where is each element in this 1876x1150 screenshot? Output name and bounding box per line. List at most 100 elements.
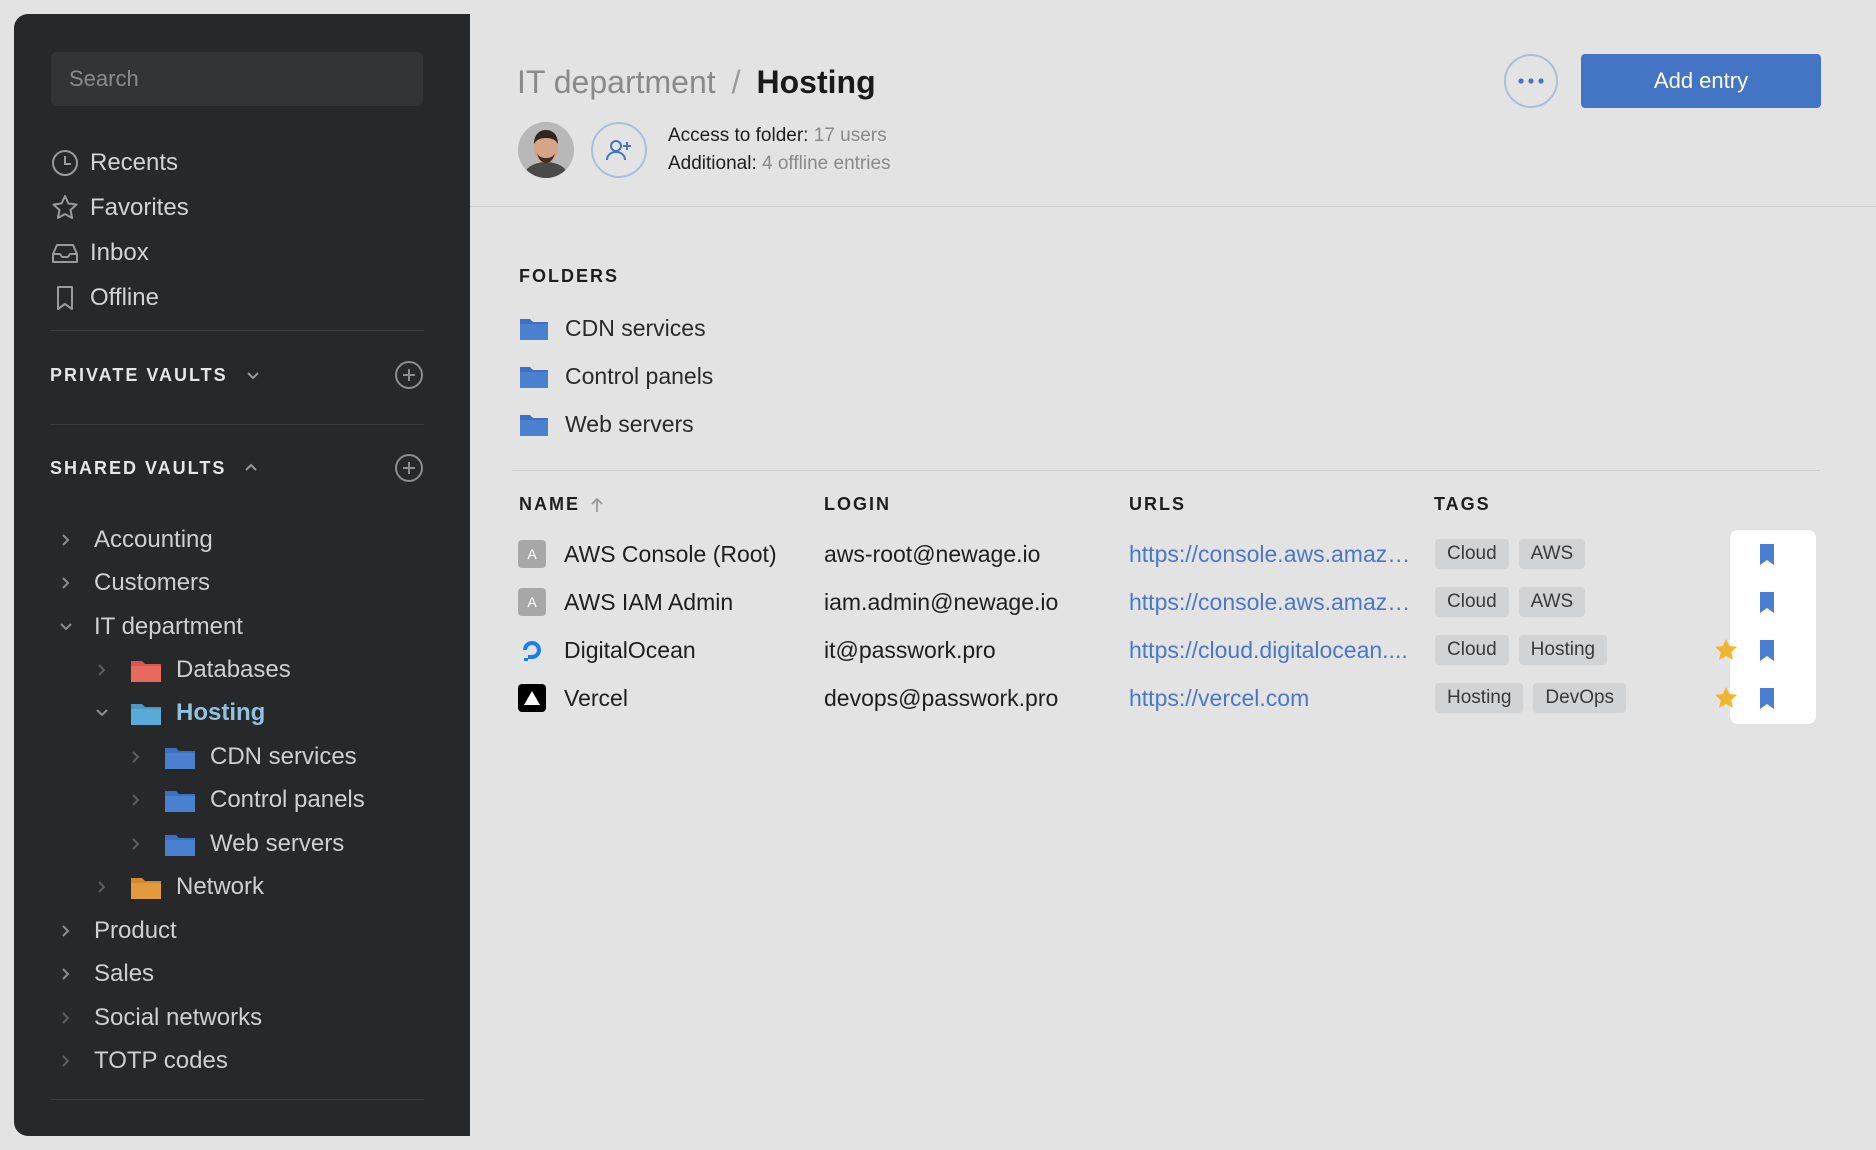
chevron-right-icon[interactable] bbox=[94, 879, 110, 895]
chevron-right-icon[interactable] bbox=[58, 966, 74, 982]
breadcrumb-parent[interactable]: IT department bbox=[517, 64, 716, 101]
entry-login[interactable]: aws-root@newage.io bbox=[824, 530, 1124, 578]
table-row[interactable]: DigitalOcean it@passwork.pro https://clo… bbox=[518, 626, 1828, 674]
main-content: IT department / Hosting Add entry Access… bbox=[470, 0, 1876, 1150]
entry-login[interactable]: it@passwork.pro bbox=[824, 626, 1124, 674]
tree-item-social-networks[interactable]: Social networks bbox=[58, 1000, 262, 1036]
tree-item-sales[interactable]: Sales bbox=[58, 956, 154, 992]
avatar[interactable] bbox=[518, 122, 574, 178]
chevron-right-icon[interactable] bbox=[58, 923, 74, 939]
table-row[interactable]: A AWS IAM Admin iam.admin@newage.io http… bbox=[518, 578, 1828, 626]
chevron-right-icon[interactable] bbox=[128, 749, 144, 765]
tree-item-accounting[interactable]: Accounting bbox=[58, 522, 213, 558]
bookmark-filled-icon[interactable] bbox=[1754, 637, 1780, 663]
tree-item-databases[interactable]: Databases bbox=[94, 652, 291, 688]
table-row[interactable]: Vercel devops@passwork.pro https://verce… bbox=[518, 674, 1828, 722]
chevron-right-icon[interactable] bbox=[58, 532, 74, 548]
tree-item-control-panels[interactable]: Control panels bbox=[128, 782, 365, 818]
add-vault-icon[interactable] bbox=[394, 360, 424, 390]
tag-badge[interactable]: Cloud bbox=[1435, 587, 1509, 617]
additional-value[interactable]: 4 offline entries bbox=[762, 153, 891, 174]
tag-badge[interactable]: Hosting bbox=[1435, 683, 1524, 713]
tag-badge[interactable]: AWS bbox=[1518, 539, 1586, 569]
tree-item-customers[interactable]: Customers bbox=[58, 565, 210, 601]
bookmark-filled-icon[interactable] bbox=[1754, 541, 1780, 567]
chevron-down-icon[interactable] bbox=[94, 705, 110, 721]
sidebar-divider bbox=[50, 424, 424, 425]
star-filled-icon[interactable] bbox=[1713, 637, 1739, 663]
column-header-name[interactable]: NAME bbox=[519, 494, 604, 515]
chevron-right-icon[interactable] bbox=[128, 836, 144, 852]
tag-badge[interactable]: AWS bbox=[1518, 587, 1586, 617]
entry-url[interactable]: https://console.aws.amazo... bbox=[1129, 589, 1419, 616]
entry-login[interactable]: iam.admin@newage.io bbox=[824, 578, 1124, 626]
entry-login[interactable]: devops@passwork.pro bbox=[824, 674, 1124, 722]
entry-url-cell[interactable]: https://console.aws.amazo... bbox=[1129, 578, 1419, 626]
folder-item[interactable]: Control panels bbox=[519, 358, 713, 394]
chevron-right-icon[interactable] bbox=[58, 575, 74, 591]
entry-url[interactable]: https://cloud.digitalocean.... bbox=[1129, 637, 1408, 664]
chevron-right-icon[interactable] bbox=[128, 792, 144, 808]
access-line: Access to folder: 17 users bbox=[668, 122, 891, 150]
folder-icon bbox=[165, 748, 195, 769]
more-options-button[interactable] bbox=[1504, 54, 1558, 108]
entry-name: AWS Console (Root) bbox=[564, 540, 777, 567]
entry-name-cell[interactable]: A AWS Console (Root) bbox=[518, 530, 818, 578]
sort-ascending-icon[interactable] bbox=[590, 496, 604, 514]
chevron-right-icon[interactable] bbox=[58, 1010, 74, 1026]
access-value[interactable]: 17 users bbox=[814, 125, 887, 146]
access-label: Access to folder: bbox=[668, 125, 809, 146]
chevron-right-icon[interactable] bbox=[58, 1053, 74, 1069]
nav-favorites[interactable]: Favorites bbox=[50, 189, 189, 227]
entry-url-cell[interactable]: https://console.aws.amazo... bbox=[1129, 530, 1419, 578]
tag-badge[interactable]: Hosting bbox=[1518, 635, 1608, 665]
search-box[interactable] bbox=[51, 52, 423, 106]
nav-inbox[interactable]: Inbox bbox=[50, 234, 149, 272]
tree-item-cdn-services[interactable]: CDN services bbox=[128, 739, 357, 775]
search-input[interactable] bbox=[69, 66, 405, 92]
tree-item-hosting[interactable]: Hosting bbox=[94, 695, 265, 731]
entry-url-cell[interactable]: https://cloud.digitalocean.... bbox=[1129, 626, 1419, 674]
bookmark-filled-icon[interactable] bbox=[1754, 685, 1780, 711]
chevron-up-icon[interactable] bbox=[242, 459, 260, 477]
folder-item[interactable]: Web servers bbox=[519, 406, 694, 442]
entry-url[interactable]: https://vercel.com bbox=[1129, 685, 1309, 712]
tree-item-product[interactable]: Product bbox=[58, 913, 177, 949]
star-filled-icon[interactable] bbox=[1713, 685, 1739, 711]
tag-badge[interactable]: Cloud bbox=[1435, 635, 1509, 665]
tree-item-it-department[interactable]: IT department bbox=[58, 609, 243, 645]
column-header-tags[interactable]: TAGS bbox=[1434, 494, 1491, 515]
column-header-urls[interactable]: URLS bbox=[1129, 494, 1186, 515]
private-vaults-header[interactable]: PRIVATE VAULTS bbox=[50, 355, 424, 395]
folder-item[interactable]: CDN services bbox=[519, 310, 706, 346]
nav-recents[interactable]: Recents bbox=[50, 144, 178, 182]
tree-item-web-servers[interactable]: Web servers bbox=[128, 826, 344, 862]
tree-label: IT department bbox=[94, 613, 243, 640]
add-entry-button[interactable]: Add entry bbox=[1581, 54, 1821, 108]
letter-avatar-icon: A bbox=[518, 588, 546, 616]
tree-item-network[interactable]: Network bbox=[94, 869, 264, 905]
add-vault-icon[interactable] bbox=[394, 453, 424, 483]
table-row[interactable]: A AWS Console (Root) aws-root@newage.io … bbox=[518, 530, 1828, 578]
tree-label: TOTP codes bbox=[94, 1047, 228, 1074]
bookmark-filled-icon[interactable] bbox=[1754, 589, 1780, 615]
chevron-right-icon[interactable] bbox=[94, 662, 110, 678]
entry-url-cell[interactable]: https://vercel.com bbox=[1129, 674, 1419, 722]
entry-name-cell[interactable]: A AWS IAM Admin bbox=[518, 578, 818, 626]
nav-offline[interactable]: Offline bbox=[50, 279, 159, 317]
column-label: URLS bbox=[1129, 494, 1186, 514]
tag-badge[interactable]: Cloud bbox=[1435, 539, 1509, 569]
entry-name-cell[interactable]: DigitalOcean bbox=[518, 626, 818, 674]
column-header-login[interactable]: LOGIN bbox=[824, 494, 891, 515]
chevron-down-icon[interactable] bbox=[244, 366, 262, 384]
entry-url[interactable]: https://console.aws.amazo... bbox=[1129, 541, 1419, 568]
chevron-down-icon[interactable] bbox=[58, 619, 74, 635]
shared-vaults-header[interactable]: SHARED VAULTS bbox=[50, 448, 424, 488]
tree-label: Hosting bbox=[176, 699, 266, 726]
tag-badge[interactable]: DevOps bbox=[1533, 683, 1627, 713]
tree-label: Web servers bbox=[210, 830, 345, 857]
entry-name-cell[interactable]: Vercel bbox=[518, 674, 818, 722]
tree-label: Sales bbox=[94, 960, 155, 987]
tree-item-totp-codes[interactable]: TOTP codes bbox=[58, 1043, 228, 1079]
add-user-button[interactable] bbox=[591, 122, 647, 178]
